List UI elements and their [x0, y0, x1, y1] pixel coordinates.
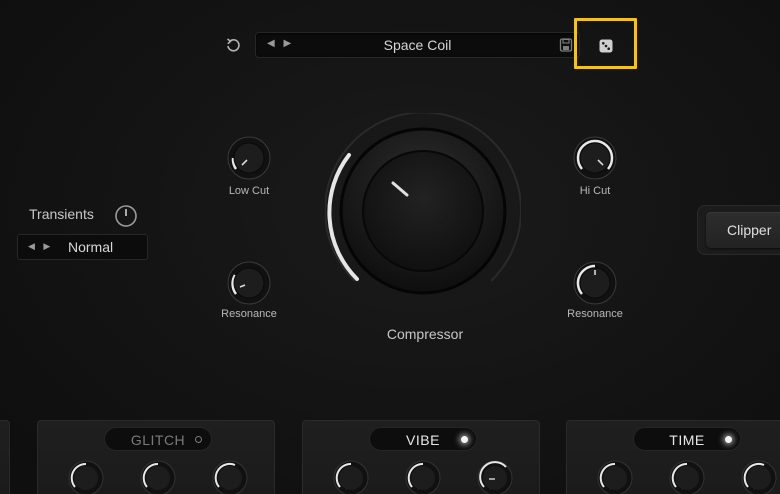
vibe-knob-2[interactable] [404, 459, 442, 494]
time-knob-1[interactable] [596, 459, 634, 494]
preset-selector[interactable]: ◀ ▶ Space Coil [255, 32, 580, 58]
low-cut-label: Low Cut [228, 185, 270, 197]
clipper-button[interactable]: Clipper [706, 212, 780, 248]
resonance-left-label: Resonance [221, 308, 277, 320]
transients-label: Transients [29, 206, 94, 222]
glitch-knob-3[interactable] [211, 459, 249, 494]
module-glitch: GLITCH [37, 420, 275, 494]
floppy-disk-icon[interactable] [559, 37, 573, 53]
compressor-label: Compressor [386, 326, 464, 342]
module-time: TIME [566, 420, 780, 494]
time-knob-2[interactable] [668, 459, 706, 494]
reset-button[interactable] [222, 34, 244, 56]
glitch-knob-1[interactable] [67, 459, 105, 494]
randomize-button[interactable] [590, 34, 622, 58]
time-knob-3[interactable] [740, 459, 778, 494]
left-right-arrows-icon[interactable]: ◀ ▶ [28, 241, 53, 252]
compressor-knob[interactable] [325, 113, 521, 309]
resonance-right-knob[interactable] [572, 260, 618, 306]
undo-icon [227, 38, 240, 52]
transients-knob[interactable] [114, 204, 138, 228]
preset-name: Space Coil [383, 37, 452, 53]
dice-icon [599, 39, 613, 53]
vibe-knob-3[interactable] [476, 459, 514, 494]
module-vibe: VIBE [302, 420, 540, 494]
transients-mode-value: Normal [68, 239, 114, 255]
low-cut-knob[interactable] [226, 135, 272, 181]
transients-mode-selector[interactable]: ◀ ▶ Normal [17, 234, 148, 260]
vibe-knob-1[interactable] [332, 459, 370, 494]
glitch-toggle[interactable]: GLITCH [104, 427, 212, 451]
hi-cut-label: Hi Cut [579, 185, 611, 197]
glitch-knob-2[interactable] [139, 459, 177, 494]
hi-cut-knob[interactable] [572, 135, 618, 181]
vibe-led-indicator [461, 436, 468, 443]
vibe-toggle[interactable]: VIBE [369, 427, 477, 451]
glitch-led-indicator [195, 436, 202, 443]
resonance-left-knob[interactable] [226, 260, 272, 306]
resonance-right-label: Resonance [567, 308, 623, 320]
time-toggle[interactable]: TIME [633, 427, 741, 451]
time-led-indicator [725, 436, 732, 443]
module-edge-left [0, 420, 10, 494]
